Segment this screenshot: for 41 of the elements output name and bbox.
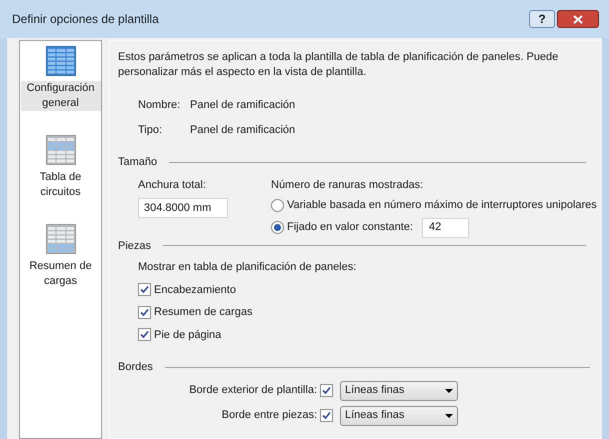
field-label: Anchura total:: [138, 178, 207, 192]
info-label: Tipo:: [138, 122, 164, 138]
field-label: Borde exterior de plantilla:: [189, 383, 317, 398]
checkbox[interactable]: [138, 306, 151, 319]
intro-text: Estos parámetros se aplican a toda la plantilla de tabla de planificación de paneles. Puede personalizar más el aspecto en la vista de plantilla.: [118, 50, 560, 80]
radio-label: Variable basada en número máximo de interruptores unipolares: [287, 198, 597, 213]
table-icon: [46, 224, 76, 254]
sidebar-item[interactable]: Configuración general: [20, 46, 100, 111]
section-heading: Bordes: [118, 360, 153, 375]
line-style-dropdown[interactable]: Líneas finas: [340, 406, 458, 426]
caret-icon: [445, 388, 453, 392]
checkbox-label: Encabezamiento: [154, 282, 236, 298]
table-icon: [46, 135, 76, 165]
info-label: Nombre:: [138, 98, 182, 113]
close-icon: [573, 14, 583, 24]
close-button[interactable]: [557, 10, 599, 28]
field-label: Número de ranuras mostradas:: [271, 178, 424, 192]
field-label: Borde entre piezas:: [222, 408, 317, 424]
sidebar-item[interactable]: Resumen de cargas: [20, 224, 100, 289]
field-label: Mostrar en tabla de planificación de paneles:: [138, 260, 358, 275]
width-input[interactable]: 304.8000 mm: [138, 198, 228, 218]
line-style-dropdown[interactable]: Líneas finas: [340, 380, 458, 400]
info-value: Panel de ramificación: [190, 98, 296, 113]
table-icon: [46, 46, 76, 76]
info-value: Panel de ramificación: [190, 122, 296, 138]
checkbox[interactable]: [138, 328, 151, 342]
checkbox[interactable]: [320, 409, 333, 422]
radio-button[interactable]: [271, 198, 284, 212]
caret-icon: [445, 414, 453, 418]
section-heading: Piezas: [118, 238, 152, 254]
checkbox[interactable]: [138, 283, 151, 296]
radio-button[interactable]: [271, 221, 284, 234]
checkbox[interactable]: [320, 384, 333, 397]
section-heading: Tamaño: [118, 155, 158, 170]
checkbox-label: Resumen de cargas: [154, 305, 252, 320]
radio-label: Fijado en valor constante:: [287, 220, 413, 236]
checkbox-label: Pie de página: [154, 328, 222, 342]
sidebar-item[interactable]: Tabla de circuitos: [20, 135, 100, 200]
slots-input[interactable]: 42: [422, 218, 469, 238]
window-title: Definir opciones de plantilla: [12, 11, 160, 28]
help-button[interactable]: ?: [529, 10, 555, 28]
